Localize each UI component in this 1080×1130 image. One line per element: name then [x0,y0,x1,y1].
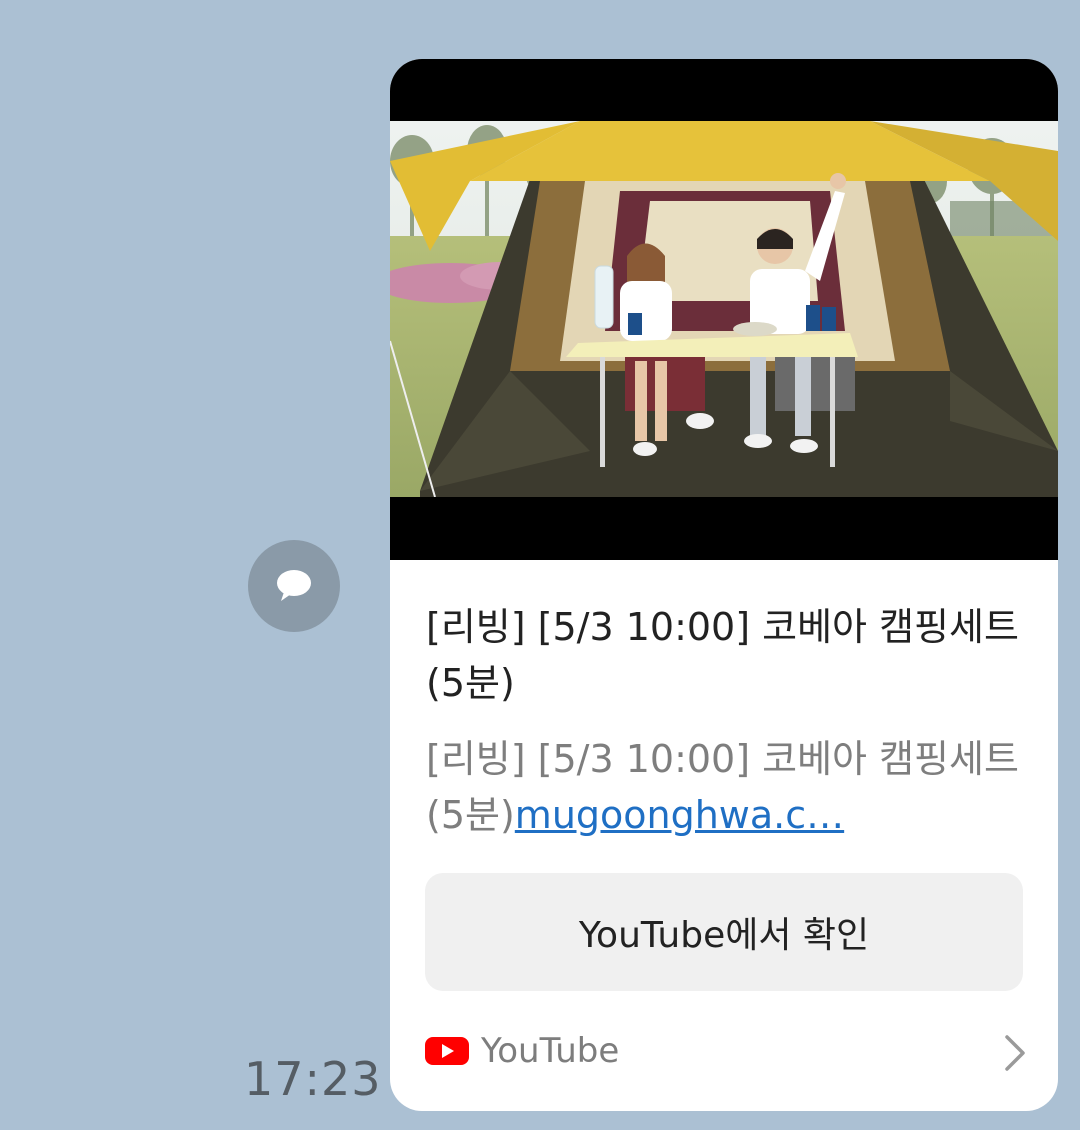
youtube-logo-icon [425,1037,469,1065]
open-in-youtube-button[interactable]: YouTube에서 확인 [425,873,1023,991]
source-row[interactable]: YouTube [425,1025,1025,1077]
chevron-right-icon[interactable] [1003,1033,1027,1073]
link-title[interactable]: [리빙] [5/3 10:00] 코베아 캠핑세트(5분) [426,599,1026,711]
share-button[interactable] [248,540,340,632]
link-description[interactable]: [리빙] [5/3 10:00] 코베아 캠핑세트(5분)mugoonghwa.… [426,731,1022,843]
link-preview-card[interactable]: [리빙] [5/3 10:00] 코베아 캠핑세트(5분) [리빙] [5/3 … [390,59,1058,1111]
speech-bubble-icon [277,570,311,601]
source-name: YouTube [481,1031,620,1071]
video-thumbnail[interactable] [390,59,1058,560]
link-url[interactable]: mugoonghwa.c… [515,793,844,837]
thumbnail-image [390,121,1058,497]
message-timestamp: 17:23 [244,1052,382,1106]
